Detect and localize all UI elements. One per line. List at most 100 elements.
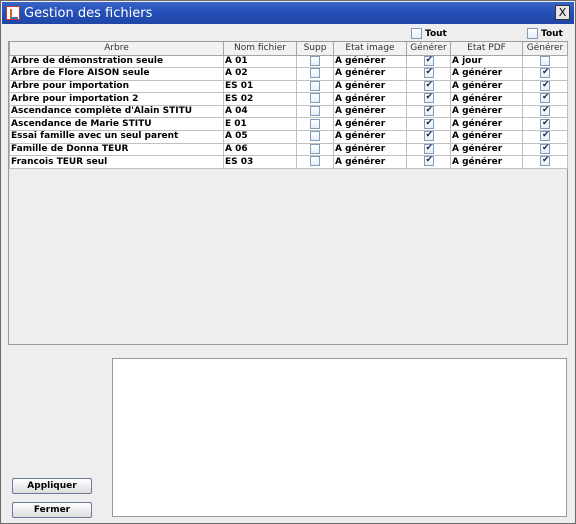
generer-image-cell (406, 54, 451, 69)
generer-image-checkbox[interactable] (423, 118, 434, 129)
column-header-nom-fichier[interactable]: Nom fichier (223, 42, 297, 56)
cell-nom-fichier[interactable]: ES 01 (223, 79, 297, 94)
cell-arbre[interactable]: Arbre de démonstration seule (9, 54, 224, 69)
cell-etat-pdf[interactable]: A générer (450, 79, 523, 94)
select-all-pdf-checkbox[interactable] (527, 28, 538, 39)
cell-arbre[interactable]: Essai famille avec un seul parent (9, 130, 224, 144)
column-header-supp[interactable]: Supp (296, 42, 334, 56)
supp-checkbox[interactable] (310, 118, 320, 129)
generer-image-cell (406, 79, 451, 94)
supp-checkbox[interactable] (310, 55, 320, 66)
table-row[interactable]: Famille de Donna TEURA 06 A générer A géné… (9, 142, 568, 157)
generer-pdf-checkbox[interactable] (540, 131, 550, 142)
select-all-pdf[interactable]: Tout (527, 28, 563, 39)
generer-image-checkbox[interactable] (423, 68, 434, 79)
cell-arbre[interactable]: Ascendance complète d'Alain STITU (9, 104, 224, 119)
supp-cell (296, 67, 334, 81)
select-all-image-checkbox[interactable] (411, 28, 422, 39)
table-row[interactable]: Francois TEUR seulES 03 A générer A génére… (9, 155, 568, 169)
log-text-area[interactable] (112, 358, 567, 517)
cell-etat-pdf[interactable]: A générer (450, 104, 523, 119)
column-header-etat-pdf[interactable]: Etat PDF (450, 42, 523, 56)
supp-checkbox[interactable] (310, 131, 320, 142)
cell-arbre[interactable]: Arbre pour importation (9, 79, 224, 94)
cell-etat-image[interactable]: A générer (333, 142, 407, 157)
cell-etat-pdf[interactable]: A générer (450, 142, 523, 157)
apply-button[interactable]: Appliquer (12, 478, 92, 494)
select-all-image[interactable]: Tout (411, 28, 447, 39)
generer-image-cell (406, 67, 451, 81)
column-header-generer-pdf[interactable]: Générer (522, 42, 568, 56)
cell-etat-image[interactable]: A générer (333, 130, 407, 144)
java-app-icon (6, 6, 20, 20)
cell-nom-fichier[interactable]: A 05 (223, 130, 297, 144)
cell-etat-image[interactable]: A générer (333, 79, 407, 94)
generer-pdf-checkbox[interactable] (540, 144, 550, 154)
cell-arbre[interactable]: Arbre pour importation 2 (9, 92, 224, 106)
generer-pdf-checkbox[interactable] (540, 156, 550, 167)
table-row[interactable]: Arbre pour importation 2ES 02 A générer A … (9, 92, 568, 106)
generer-pdf-checkbox[interactable] (540, 81, 550, 91)
generer-image-checkbox[interactable] (423, 106, 434, 116)
cell-etat-image[interactable]: A générer (333, 67, 407, 81)
cell-arbre[interactable]: Ascendance de Marie STITU (9, 117, 224, 132)
supp-checkbox[interactable] (310, 93, 320, 104)
cell-nom-fichier[interactable]: A 04 (223, 104, 297, 119)
supp-cell (296, 155, 334, 169)
cell-arbre[interactable]: Famille de Donna TEUR (9, 142, 224, 157)
close-button[interactable]: Fermer (12, 502, 92, 518)
cell-nom-fichier[interactable]: A 01 (223, 54, 297, 69)
table-row[interactable]: Ascendance de Marie STITUE 01 A générer A … (9, 117, 568, 132)
generer-pdf-checkbox[interactable] (540, 55, 550, 66)
title-bar[interactable]: Gestion des fichiers X (2, 2, 574, 24)
files-table: Arbre Nom fichier Supp Etat image Génére… (9, 42, 568, 169)
cell-etat-pdf[interactable]: A générer (450, 117, 523, 132)
supp-checkbox[interactable] (310, 144, 320, 154)
column-header-arbre[interactable]: Arbre (9, 42, 224, 56)
generer-pdf-checkbox[interactable] (540, 93, 550, 104)
table-row[interactable]: Arbre de Flore AISON seuleA 02 A générer A… (9, 67, 568, 81)
supp-checkbox[interactable] (310, 68, 320, 79)
generer-pdf-cell (522, 155, 568, 169)
cell-nom-fichier[interactable]: A 02 (223, 67, 297, 81)
generer-image-checkbox[interactable] (423, 55, 434, 66)
cell-etat-image[interactable]: A générer (333, 155, 407, 169)
generer-image-cell (406, 142, 451, 157)
cell-nom-fichier[interactable]: ES 03 (223, 155, 297, 169)
supp-cell (296, 54, 334, 69)
cell-etat-pdf[interactable]: A générer (450, 92, 523, 106)
cell-nom-fichier[interactable]: E 01 (223, 117, 297, 132)
column-header-etat-image[interactable]: Etat image (333, 42, 407, 56)
supp-checkbox[interactable] (310, 81, 320, 91)
table-row[interactable]: Ascendance complète d'Alain STITU A 04 A g… (9, 104, 568, 119)
generer-image-checkbox[interactable] (423, 144, 434, 154)
supp-checkbox[interactable] (310, 106, 320, 116)
table-row[interactable]: Arbre pour importationES 01 A générer A gé… (9, 79, 568, 94)
column-header-generer-image[interactable]: Générer (406, 42, 451, 56)
generer-image-cell (406, 104, 451, 119)
generer-image-checkbox[interactable] (423, 93, 434, 104)
generer-pdf-cell (522, 79, 568, 94)
generer-image-checkbox[interactable] (423, 131, 434, 142)
table-row[interactable]: Essai famille avec un seul parent A 05 A g… (9, 130, 568, 144)
cell-etat-pdf[interactable]: A générer (450, 155, 523, 169)
generer-pdf-checkbox[interactable] (540, 68, 550, 79)
generer-pdf-checkbox[interactable] (540, 106, 550, 116)
generer-image-checkbox[interactable] (423, 81, 434, 91)
cell-etat-pdf[interactable]: A générer (450, 67, 523, 81)
generer-image-checkbox[interactable] (423, 156, 434, 167)
cell-etat-pdf[interactable]: A jour (450, 54, 523, 69)
cell-etat-image[interactable]: A générer (333, 117, 407, 132)
cell-etat-image[interactable]: A générer (333, 104, 407, 119)
cell-arbre[interactable]: Francois TEUR seul (9, 155, 224, 169)
cell-arbre[interactable]: Arbre de Flore AISON seule (9, 67, 224, 81)
close-window-button[interactable]: X (555, 5, 570, 20)
cell-etat-pdf[interactable]: A générer (450, 130, 523, 144)
cell-nom-fichier[interactable]: ES 02 (223, 92, 297, 106)
cell-etat-image[interactable]: A générer (333, 54, 407, 69)
cell-etat-image[interactable]: A générer (333, 92, 407, 106)
cell-nom-fichier[interactable]: A 06 (223, 142, 297, 157)
supp-checkbox[interactable] (310, 156, 320, 167)
generer-pdf-checkbox[interactable] (540, 118, 550, 129)
table-row[interactable]: Arbre de démonstration seule A 01 A génére… (9, 54, 568, 69)
